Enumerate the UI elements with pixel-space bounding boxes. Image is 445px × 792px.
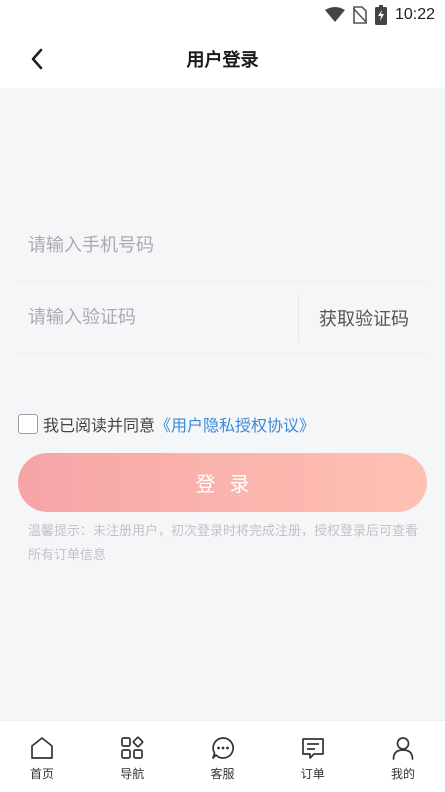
grid-icon [121,736,144,759]
tab-label: 订单 [300,767,325,781]
tab-label: 客服 [210,767,235,781]
tab-customer-service[interactable]: 客服 [195,721,251,792]
tab-orders[interactable]: 订单 [285,721,341,792]
divider [298,294,299,342]
tab-navigation[interactable]: 导航 [104,721,160,792]
tab-home[interactable]: 首页 [14,721,70,792]
tab-label: 我的 [390,767,415,781]
home-icon [31,737,53,759]
status-time: 10:22 [394,6,435,23]
header: 用户登录 [0,30,445,88]
phone-input[interactable] [18,235,427,256]
back-button[interactable] [22,44,52,74]
tab-bar: 首页 导航 客服 订单 我的 [0,720,445,792]
agreement-row: 我已阅读并同意 《用户隐私授权协议》 [18,412,315,436]
agreement-checkbox[interactable] [18,414,38,434]
login-button[interactable]: 登录 [18,453,427,512]
user-icon [392,737,414,760]
get-code-button[interactable]: 获取验证码 [319,282,409,354]
tab-profile[interactable]: 我的 [375,721,431,792]
order-icon [301,738,324,759]
chat-icon [211,737,234,759]
tip-text: 温馨提示：未注册用户，初次登录时将完成注册，授权登录后可查看所有订单信息 [28,524,419,563]
phone-row [18,210,427,282]
privacy-agreement-link[interactable]: 《用户隐私授权协议》 [155,412,315,436]
battery-charging-icon [374,5,387,25]
wifi-icon [324,7,345,23]
code-row: 获取验证码 [18,282,427,354]
chevron-left-icon [31,48,43,70]
no-sim-icon [352,6,367,24]
agreement-text: 我已阅读并同意 [43,416,156,435]
status-bar: 10:22 [0,0,445,30]
page-title: 用户登录 [186,50,259,71]
login-form: 获取验证码 [18,210,427,354]
verification-code-input[interactable] [18,307,288,328]
tab-label: 首页 [29,767,54,781]
tab-label: 导航 [120,767,145,781]
